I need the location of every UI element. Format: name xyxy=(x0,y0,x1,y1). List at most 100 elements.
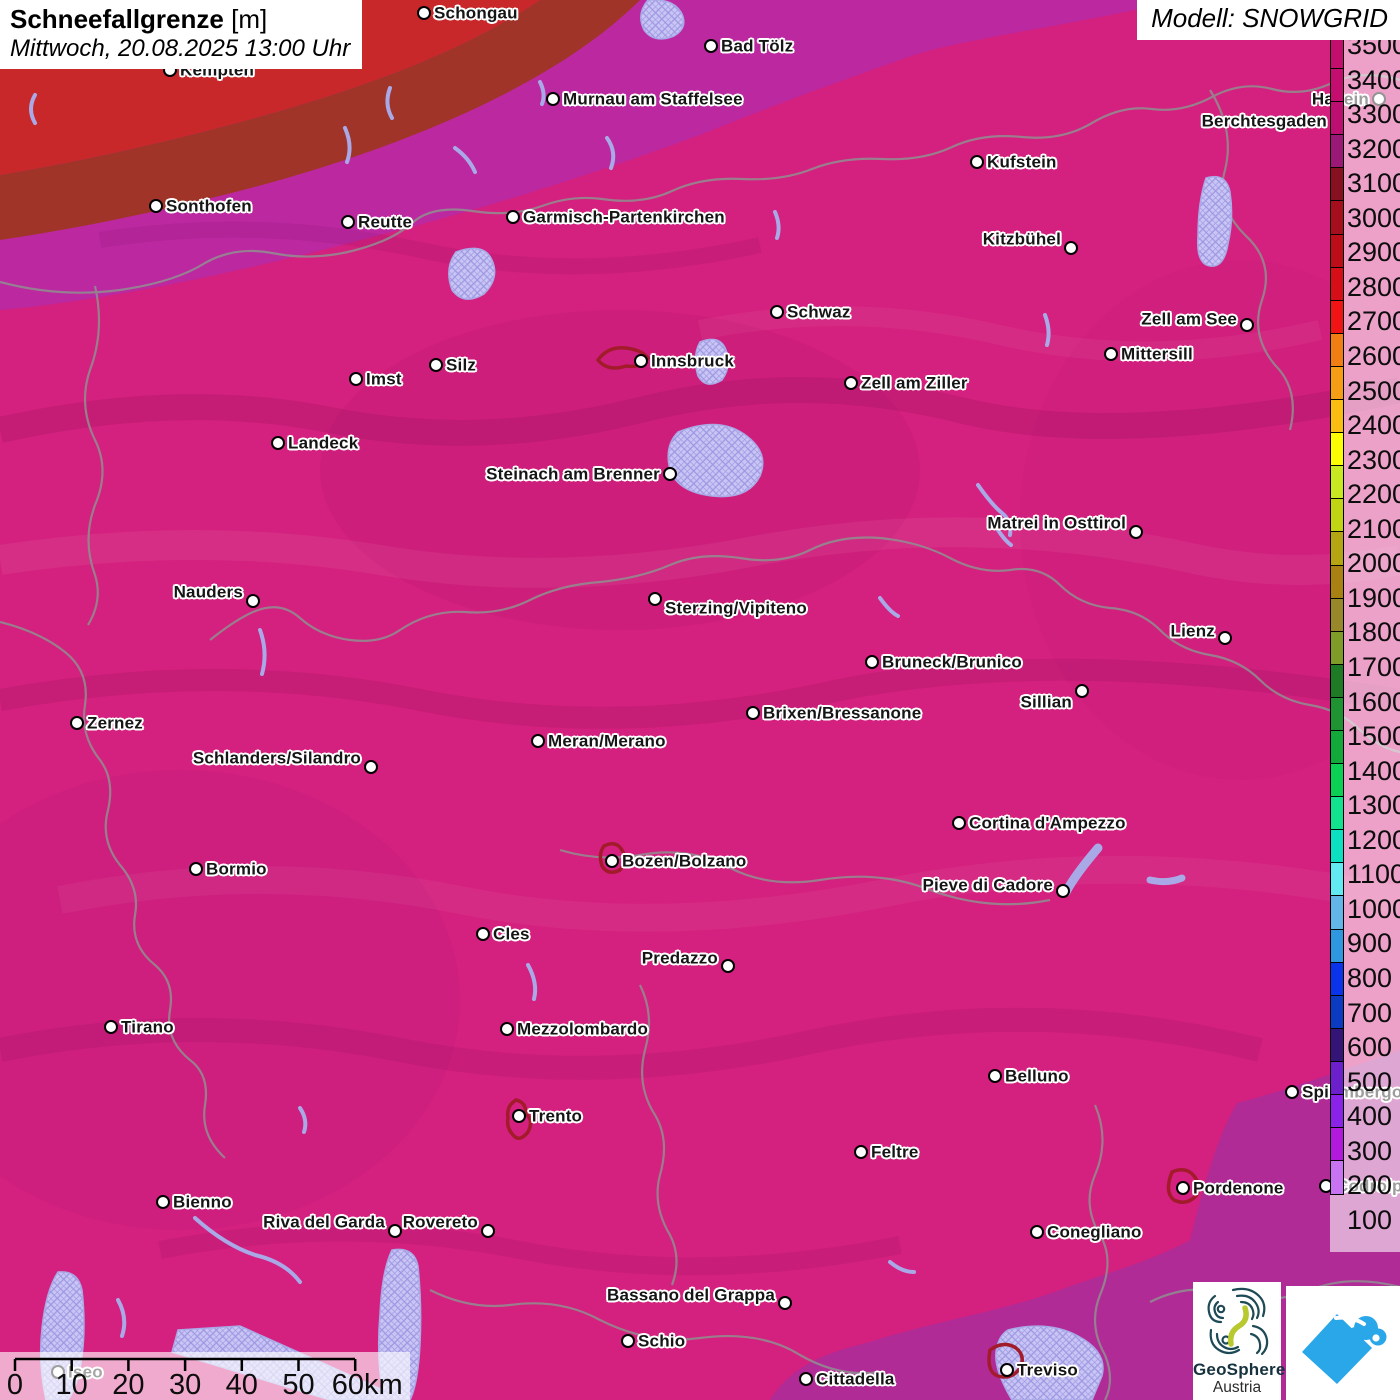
city-dot xyxy=(778,1296,792,1310)
legend-value-label: 1600 xyxy=(1347,686,1400,717)
city-label: Cittadella xyxy=(816,1369,895,1389)
legend-value-label: 700 xyxy=(1347,997,1393,1028)
city-dot xyxy=(149,199,163,213)
legend-color-box xyxy=(1330,134,1344,169)
legend-color-box xyxy=(1330,465,1344,500)
title-datetime: Mittwoch, 20.08.2025 13:00 Uhr xyxy=(10,34,351,62)
model-label: Modell: SNOWGRID xyxy=(1137,0,1400,40)
city-label: Pordenone xyxy=(1193,1178,1284,1198)
city-label: Mezzolombardo xyxy=(517,1019,649,1039)
city-dot xyxy=(156,1195,170,1209)
legend-color-box xyxy=(1330,365,1344,401)
city-label: Zell am Ziller xyxy=(861,373,968,393)
legend-value-label: 3100 xyxy=(1347,168,1400,199)
legend-value-label: 2700 xyxy=(1347,306,1400,337)
city-dot xyxy=(621,1334,635,1348)
legend-value-label: 1400 xyxy=(1347,755,1400,786)
legend-color-box xyxy=(1330,1094,1344,1129)
city-label: Lienz xyxy=(1170,621,1215,641)
city-dot xyxy=(417,6,431,20)
city-dot xyxy=(770,305,784,319)
legend-color-box xyxy=(1330,729,1344,765)
city-label: Steinach am Brenner xyxy=(486,464,660,484)
city-dot xyxy=(970,155,984,169)
city-dot xyxy=(349,372,363,386)
city-label: Mittersill xyxy=(1121,344,1193,364)
city-label: Murnau am Staffelsee xyxy=(563,89,743,109)
legend-value-label: 400 xyxy=(1347,1101,1393,1132)
city-dot xyxy=(1176,1181,1190,1195)
city-dot xyxy=(341,215,355,229)
legend-value-label: 1500 xyxy=(1347,721,1400,752)
legend-color-box xyxy=(1330,1160,1344,1195)
city-label: Sillian xyxy=(1020,692,1072,712)
city-dot xyxy=(952,816,966,830)
legend-value-label: 2200 xyxy=(1347,479,1400,510)
city-label: Landeck xyxy=(288,433,359,453)
city-dot xyxy=(1285,1085,1299,1099)
mountain-cloud-icon xyxy=(1302,1314,1387,1384)
legend-value-label: 1900 xyxy=(1347,582,1400,613)
legend-color-box xyxy=(1330,332,1344,368)
legend-color-box xyxy=(1330,233,1344,269)
city-dot xyxy=(663,467,677,481)
scale-tick-label: 60km xyxy=(331,1369,403,1400)
legend-value-label: 500 xyxy=(1347,1066,1393,1097)
legend-value-label: 1800 xyxy=(1347,617,1400,648)
legend-color-box xyxy=(1330,763,1344,798)
city-dot xyxy=(1129,525,1143,539)
city-dot xyxy=(104,1020,118,1034)
weather-map-page: Schongau Bad Tölz Kempten Murnau am Staffel… xyxy=(0,0,1400,1400)
city-label: Kufstein xyxy=(987,152,1057,172)
legend-value-label: 800 xyxy=(1347,963,1393,994)
city-dot xyxy=(1218,631,1232,645)
city-dot xyxy=(1056,884,1070,898)
city-label: Feltre xyxy=(871,1142,919,1162)
legend-color-box xyxy=(1330,498,1344,533)
city-label: Conegliano xyxy=(1047,1222,1142,1242)
legend-color-box xyxy=(1330,630,1344,666)
geosphere-austria-logo: GeoSphere Austria xyxy=(1193,1282,1285,1400)
legend-value-label: 3400 xyxy=(1347,64,1400,95)
legend-value-label: 2800 xyxy=(1347,271,1400,302)
city-label: Bad Tölz xyxy=(721,36,794,56)
legend-color-box xyxy=(1330,68,1344,103)
legend-value-label: 600 xyxy=(1347,1032,1393,1063)
legend-value-label: 1200 xyxy=(1347,824,1400,855)
city-label: Silz xyxy=(446,355,477,375)
title-box: Schneefallgrenze [m] Mittwoch, 20.08.202… xyxy=(0,0,363,70)
legend-value-label: 900 xyxy=(1347,928,1393,959)
legend-value-label: 3200 xyxy=(1347,133,1400,164)
legend-color-box xyxy=(1330,829,1344,864)
legend-color-box xyxy=(1330,200,1344,236)
city-dot xyxy=(1064,241,1078,255)
city-label: Bruneck/Brunico xyxy=(882,652,1022,672)
legend-value-label: 2100 xyxy=(1347,513,1400,544)
scale-tick-label: 0 xyxy=(6,1369,24,1400)
legend-color-box xyxy=(1330,531,1344,566)
city-dot xyxy=(865,655,879,669)
legend-value-label: 1100 xyxy=(1347,859,1400,890)
city-dot xyxy=(476,927,490,941)
legend-color-box xyxy=(1330,167,1344,202)
city-label: Brixen/Bressanone xyxy=(763,703,922,723)
city-label: Trento xyxy=(529,1106,583,1126)
city-dot xyxy=(271,436,285,450)
city-dot xyxy=(799,1372,813,1386)
city-label: Treviso xyxy=(1017,1360,1078,1380)
city-dot xyxy=(1075,684,1089,698)
city-dot xyxy=(704,39,718,53)
scale-tick-label: 40 xyxy=(225,1369,258,1400)
legend-value-label: 1700 xyxy=(1347,652,1400,683)
legend-color-box xyxy=(1330,961,1344,997)
geosphere-contour-icon xyxy=(1207,1287,1269,1356)
legend-value-label: 2000 xyxy=(1347,548,1400,579)
scale-tick-label: 10 xyxy=(55,1369,88,1400)
legend: 3500 3400 3300 3200 3100 3000 2900 2800 2700 2600… xyxy=(1330,30,1400,1252)
city-dot xyxy=(1000,1363,1014,1377)
city-dot xyxy=(721,959,735,973)
city-dot xyxy=(70,716,84,730)
scale-tick-label: 30 xyxy=(168,1369,202,1400)
legend-value-label: 2900 xyxy=(1347,237,1400,268)
city-label: Schwaz xyxy=(787,302,851,322)
